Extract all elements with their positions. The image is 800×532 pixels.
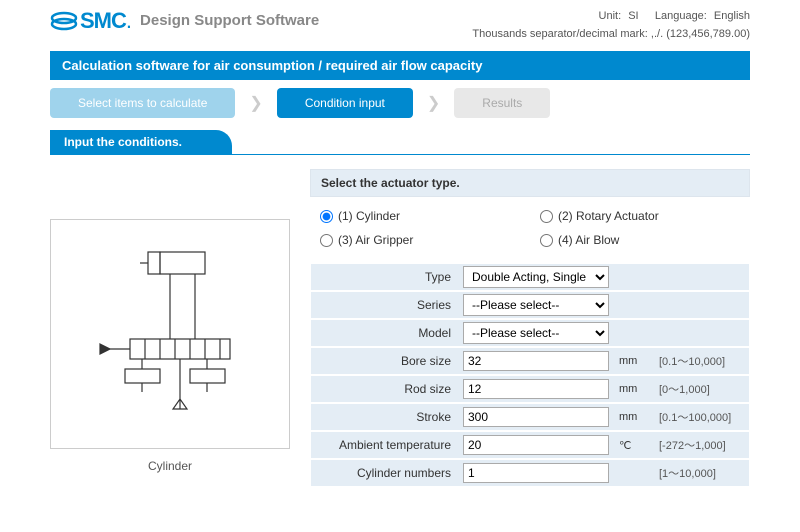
diagram-column: Cylinder (50, 169, 290, 487)
logo-icon (50, 10, 78, 32)
select-type[interactable]: Double Acting, Single Rod (463, 266, 609, 288)
radio-gripper-input[interactable] (320, 234, 333, 247)
row-rod: Rod size mm [0～1,000] (310, 375, 750, 403)
row-temp: Ambient temperature ℃ [-272～1,000] (310, 431, 750, 459)
logo-dot: . (126, 8, 132, 34)
section-tab-wrapper: Input the conditions. (0, 130, 800, 155)
radio-gripper[interactable]: (3) Air Gripper (320, 233, 520, 247)
separator-label: Thousands separator/decimal mark: ,./. (… (472, 26, 750, 44)
lang-value[interactable]: English (714, 10, 750, 22)
cylinder-schematic-icon (70, 244, 270, 424)
unit-bore: mm (611, 355, 651, 367)
label-bore: Bore size (311, 354, 461, 368)
header-settings: Unit: SI Language: English Thousands sep… (472, 8, 750, 43)
logo: SMC. (50, 8, 132, 34)
radio-label: (4) Air Blow (558, 233, 619, 247)
radio-rotary[interactable]: (2) Rotary Actuator (540, 209, 740, 223)
radio-label: (3) Air Gripper (338, 233, 413, 247)
range-cylnum: [1～10,000] (651, 465, 716, 481)
range-stroke: [0.1～100,000] (651, 409, 731, 425)
unit-label: Unit: (599, 10, 622, 22)
label-model: Model (311, 326, 461, 340)
actuator-type-header: Select the actuator type. (310, 169, 750, 197)
lang-label: Language: (655, 10, 707, 22)
label-cylnum: Cylinder numbers (311, 466, 461, 480)
parameters-form: Type Double Acting, Single Rod Series --… (310, 263, 750, 487)
input-rod[interactable] (463, 379, 609, 399)
unit-value[interactable]: SI (628, 10, 638, 22)
cylinder-diagram (50, 219, 290, 449)
input-bore[interactable] (463, 351, 609, 371)
step-results: Results (454, 88, 550, 118)
radio-cylinder-input[interactable] (320, 210, 333, 223)
app-title: Design Support Software (140, 12, 319, 29)
radio-label: (1) Cylinder (338, 209, 400, 223)
row-model: Model --Please select-- (310, 319, 750, 347)
unit-rod: mm (611, 383, 651, 395)
step-condition-input[interactable]: Condition input (277, 88, 413, 118)
step-select-items[interactable]: Select items to calculate (50, 88, 235, 118)
unit-stroke: mm (611, 411, 651, 423)
select-model[interactable]: --Please select-- (463, 322, 609, 344)
form-column: Select the actuator type. (1) Cylinder (… (310, 169, 750, 487)
input-stroke[interactable] (463, 407, 609, 427)
label-series: Series (311, 298, 461, 312)
row-bore: Bore size mm [0.1～10,000] (310, 347, 750, 375)
content: Cylinder Select the actuator type. (1) C… (0, 155, 800, 487)
row-cylnum: Cylinder numbers [1～10,000] (310, 459, 750, 487)
label-rod: Rod size (311, 382, 461, 396)
radio-cylinder[interactable]: (1) Cylinder (320, 209, 520, 223)
label-type: Type (311, 270, 461, 284)
row-type: Type Double Acting, Single Rod (310, 263, 750, 291)
chevron-right-icon: ❯ (249, 93, 262, 113)
label-temp: Ambient temperature (311, 438, 461, 452)
range-rod: [0～1,000] (651, 381, 710, 397)
select-series[interactable]: --Please select-- (463, 294, 609, 316)
input-cylnum[interactable] (463, 463, 609, 483)
radio-airblow-input[interactable] (540, 234, 553, 247)
range-bore: [0.1～10,000] (651, 353, 725, 369)
actuator-options: (1) Cylinder (2) Rotary Actuator (3) Air… (310, 197, 750, 259)
step-nav: Select items to calculate ❯ Condition in… (0, 88, 800, 130)
row-stroke: Stroke mm [0.1～100,000] (310, 403, 750, 431)
input-temp[interactable] (463, 435, 609, 455)
page-title: Calculation software for air consumption… (50, 51, 750, 80)
radio-rotary-input[interactable] (540, 210, 553, 223)
row-series: Series --Please select-- (310, 291, 750, 319)
diagram-caption: Cylinder (50, 459, 290, 473)
header: SMC. Design Support Software Unit: SI La… (0, 0, 800, 47)
label-stroke: Stroke (311, 410, 461, 424)
radio-label: (2) Rotary Actuator (558, 209, 659, 223)
chevron-right-icon: ❯ (427, 93, 440, 113)
radio-airblow[interactable]: (4) Air Blow (540, 233, 740, 247)
section-tab: Input the conditions. (50, 130, 232, 154)
range-temp: [-272～1,000] (651, 437, 726, 453)
unit-temp: ℃ (611, 439, 651, 452)
logo-text: SMC (80, 8, 126, 34)
